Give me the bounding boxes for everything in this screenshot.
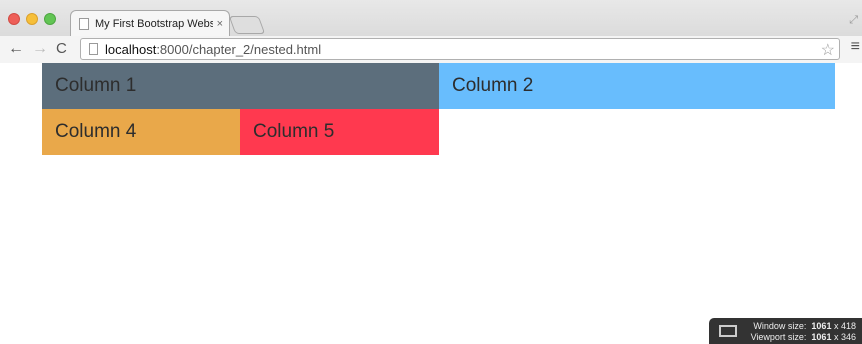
window-size-label: Window size:	[753, 321, 807, 331]
browser-toolbar: ← → C localhost :8000/chapter_2/nested.h…	[0, 36, 862, 63]
viewport-size-label: Viewport size:	[750, 332, 807, 342]
page-viewport: Column 1 Column 2 Column 4 Column 5	[0, 63, 862, 344]
viewport-width: 1061	[811, 332, 832, 342]
star-icon[interactable]: ☆	[821, 40, 835, 60]
url-host: localhost	[105, 41, 157, 57]
arrow-right-icon[interactable]: →	[32, 39, 48, 59]
new-tab-button[interactable]	[228, 16, 266, 34]
address-bar[interactable]: localhost :8000/chapter_2/nested.html ☆	[80, 38, 840, 60]
reload-icon[interactable]: C	[56, 39, 67, 59]
browser-chrome: My First Bootstrap Website × ⤢ ← → C loc…	[0, 0, 862, 63]
viewport-size-row: Viewport size: 1061 x 346	[749, 332, 856, 343]
tab-close-icon[interactable]: ×	[217, 18, 223, 30]
minimize-window-button[interactable]	[26, 13, 38, 25]
page-icon	[89, 43, 98, 55]
menu-icon[interactable]: ≡	[851, 38, 860, 56]
fullscreen-icon[interactable]: ⤢	[849, 14, 858, 27]
arrow-left-icon[interactable]: ←	[8, 39, 24, 59]
tab-title: My First Bootstrap Website	[95, 17, 213, 30]
window-size-row: Window size: 1061 x 418	[749, 321, 856, 332]
maximize-window-button[interactable]	[44, 13, 56, 25]
column-1: Column 1	[42, 63, 439, 109]
url-path: :8000/chapter_2/nested.html	[156, 41, 322, 57]
close-window-button[interactable]	[8, 13, 20, 25]
column-5: Column 5	[240, 109, 439, 155]
column-2: Column 2	[439, 63, 835, 109]
browser-tab[interactable]: My First Bootstrap Website ×	[70, 10, 230, 36]
window-width: 1061	[811, 321, 832, 331]
window-height: x 418	[833, 321, 856, 331]
document-icon	[79, 17, 89, 30]
monitor-icon	[719, 325, 737, 337]
viewport-height: x 346	[833, 332, 856, 342]
window-size-overlay: Window size: 1061 x 418 Viewport size: 1…	[709, 318, 862, 344]
column-4: Column 4	[42, 109, 240, 155]
